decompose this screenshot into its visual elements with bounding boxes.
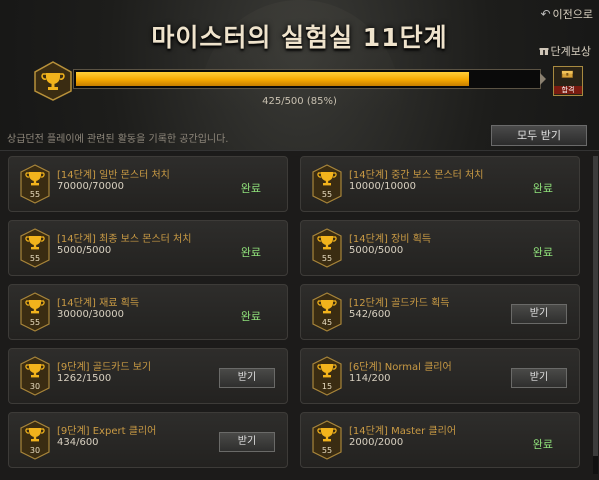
- quest-level: 55: [30, 190, 40, 199]
- description-text: 상급던전 플레이에 관련된 활동을 기록한 공간입니다.: [7, 134, 229, 145]
- quest-name: [14단계] 재료 획득: [57, 298, 140, 309]
- quest-name: [12단계] 골드카드 획득: [349, 298, 450, 309]
- reward-chest-button[interactable]: 합격: [553, 66, 583, 96]
- back-label: 이전으로: [552, 8, 593, 21]
- quest-progress: 1262/1500: [57, 373, 112, 384]
- quest-level: 55: [322, 446, 332, 455]
- quest-name: [14단계] Master 클리어: [349, 426, 457, 437]
- trophy-level-icon: 55: [312, 420, 342, 460]
- trophy-level-icon: 30: [20, 420, 50, 460]
- claim-button[interactable]: 받기: [511, 304, 567, 324]
- stage-reward-label: 단계보상: [550, 45, 591, 58]
- quest-name: [9단계] Expert 클리어: [57, 426, 157, 437]
- quest-progress: 5000/5000: [57, 245, 112, 256]
- trophy-level-icon: 30: [20, 356, 50, 396]
- quest-card: 55 [14단계] 재료 획득 30000/30000 완료: [8, 284, 288, 340]
- quest-level: 55: [30, 254, 40, 263]
- quest-name: [6단계] Normal 클리어: [349, 362, 452, 373]
- quest-level: 30: [30, 446, 40, 455]
- trophy-level-icon: 55: [20, 292, 50, 332]
- quest-level: 30: [30, 382, 40, 391]
- trophy-badge-icon: [34, 61, 72, 101]
- quest-level: 15: [322, 382, 332, 391]
- claim-button[interactable]: 받기: [219, 368, 275, 388]
- quest-level: 45: [322, 318, 332, 327]
- trophy-level-icon: 55: [20, 228, 50, 268]
- quest-name: [14단계] 일반 몬스터 처치: [57, 170, 170, 181]
- quest-level: 55: [322, 254, 332, 263]
- quest-name: [14단계] 중간 보스 몬스터 처치: [349, 170, 484, 181]
- trophy-level-icon: 55: [312, 228, 342, 268]
- progress-arrow-icon: [540, 73, 546, 85]
- claim-button[interactable]: 받기: [219, 432, 275, 452]
- stage-reward-button[interactable]: 단계보상: [539, 43, 591, 59]
- quest-progress: 10000/10000: [349, 181, 416, 192]
- quest-progress: 434/600: [57, 437, 99, 448]
- quest-progress: 5000/5000: [349, 245, 404, 256]
- trophy-level-icon: 45: [312, 292, 342, 332]
- trophy-level-icon: 15: [312, 356, 342, 396]
- page-title: 마이스터의 실험실 11단계: [151, 23, 448, 52]
- complete-status: 완료: [532, 246, 553, 259]
- back-arrow-icon: ↶: [540, 7, 551, 21]
- gift-icon: [539, 48, 549, 55]
- trophy-level-icon: 55: [312, 164, 342, 204]
- quest-progress: 30000/30000: [57, 309, 124, 320]
- complete-status: 완료: [240, 246, 261, 259]
- quest-card: 55 [14단계] 장비 획득 5000/5000 완료: [300, 220, 580, 276]
- scrollbar-thumb[interactable]: [593, 156, 598, 456]
- progress-bar-fill: [76, 72, 469, 86]
- quest-card: 30 [9단계] Expert 클리어 434/600 받기: [8, 412, 288, 468]
- complete-status: 완료: [240, 310, 261, 323]
- quest-progress: 542/600: [349, 309, 391, 320]
- complete-status: 완료: [532, 182, 553, 195]
- quest-progress: 70000/70000: [57, 181, 124, 192]
- claim-button[interactable]: 받기: [511, 368, 567, 388]
- quest-level: 55: [30, 318, 40, 327]
- trophy-level-icon: 55: [20, 164, 50, 204]
- quest-progress: 114/200: [349, 373, 391, 384]
- progress-bar: [73, 69, 541, 89]
- quest-card: 45 [12단계] 골드카드 획득 542/600 받기: [300, 284, 580, 340]
- quest-card: 55 [14단계] 중간 보스 몬스터 처치 10000/10000 완료: [300, 156, 580, 212]
- back-button[interactable]: ↶ 이전으로: [540, 6, 593, 22]
- quest-progress: 2000/2000: [349, 437, 404, 448]
- quest-name: [9단계] 골드카드 보기: [57, 362, 152, 373]
- quest-card: 55 [14단계] Master 클리어 2000/2000 완료: [300, 412, 580, 468]
- complete-status: 완료: [532, 438, 553, 451]
- quest-name: [14단계] 최종 보스 몬스터 처치: [57, 234, 192, 245]
- quest-level: 55: [322, 190, 332, 199]
- quest-card: 15 [6단계] Normal 클리어 114/200 받기: [300, 348, 580, 404]
- claim-all-button[interactable]: 모두 받기: [491, 125, 587, 146]
- complete-status: 완료: [240, 182, 261, 195]
- progress-text: 425/500 (85%): [262, 96, 337, 107]
- quest-card: 30 [9단계] 골드카드 보기 1262/1500 받기: [8, 348, 288, 404]
- chest-icon: [561, 70, 573, 78]
- quest-card: 55 [14단계] 최종 보스 몬스터 처치 5000/5000 완료: [8, 220, 288, 276]
- quest-name: [14단계] 장비 획득: [349, 234, 432, 245]
- quest-card: 55 [14단계] 일반 몬스터 처치 70000/70000 완료: [8, 156, 288, 212]
- chest-label: 합격: [554, 86, 582, 94]
